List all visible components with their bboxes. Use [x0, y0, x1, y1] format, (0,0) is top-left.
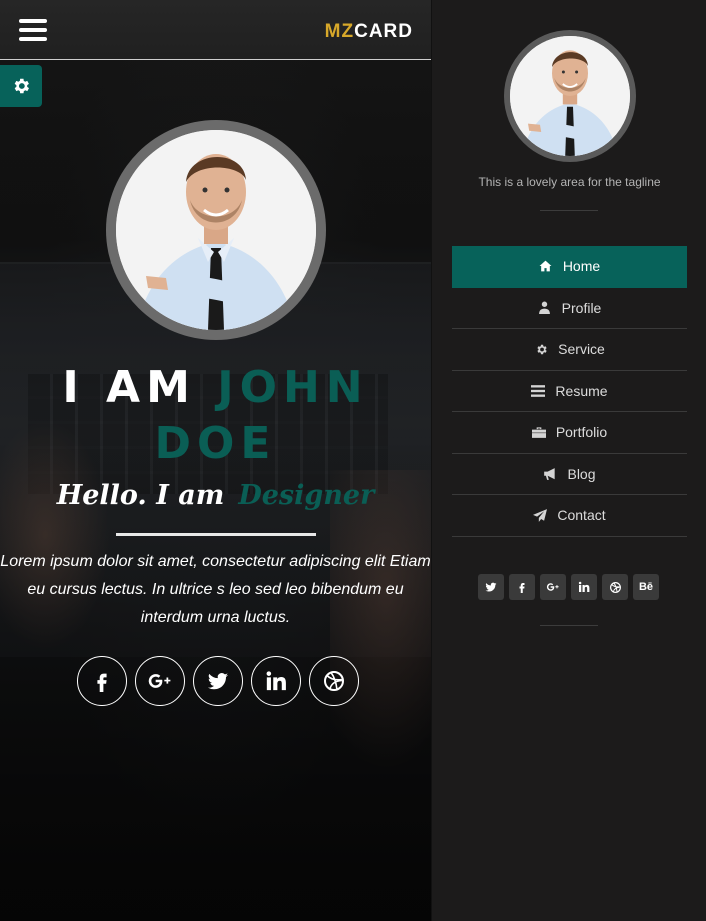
nav-item-home[interactable]: Home: [452, 246, 687, 288]
divider: [540, 625, 598, 626]
twitter-icon: [207, 673, 229, 690]
sidebar-avatar: [504, 30, 636, 162]
facebook-link[interactable]: [77, 656, 127, 706]
dribbble-icon: [324, 671, 344, 691]
twitter-link[interactable]: [478, 574, 504, 600]
divider: [116, 533, 316, 536]
nav-item-resume[interactable]: Resume: [452, 371, 687, 412]
hero-social-links: [77, 656, 359, 706]
hero-title: I AM JOHN DOE: [62, 362, 369, 469]
linkedin-link[interactable]: [251, 656, 301, 706]
linkedin-link[interactable]: [571, 574, 597, 600]
portrait-image: [510, 36, 630, 156]
nav-item-portfolio[interactable]: Portfolio: [452, 412, 687, 454]
top-bar: MZCARD: [0, 0, 431, 60]
nav-item-contact[interactable]: Contact: [452, 495, 687, 537]
hero-description: Lorem ipsum dolor sit amet, consectetur …: [0, 553, 431, 626]
gear-icon: [534, 342, 548, 356]
behance-icon: Bē: [638, 581, 654, 593]
twitter-link[interactable]: [193, 656, 243, 706]
paper-plane-icon: [533, 508, 548, 522]
nav-item-blog[interactable]: Blog: [452, 454, 687, 495]
dribbble-link[interactable]: [309, 656, 359, 706]
linkedin-icon: [578, 581, 590, 592]
sidebar-nav: Home Profile Service Resume Portfolio Bl…: [452, 246, 687, 537]
list-icon: [531, 384, 546, 398]
nav-item-service[interactable]: Service: [452, 329, 687, 371]
linkedin-icon: [266, 671, 286, 691]
divider: [540, 210, 598, 211]
twitter-icon: [485, 582, 497, 592]
sidebar: This is a lovely area for the tagline Ho…: [431, 0, 706, 921]
facebook-icon: [519, 583, 525, 593]
google-plus-icon: [546, 583, 559, 591]
nav-item-profile[interactable]: Profile: [452, 288, 687, 329]
dribbble-icon: [609, 581, 621, 593]
behance-link[interactable]: Bē: [633, 574, 659, 600]
user-icon: [538, 301, 552, 315]
home-icon: [539, 259, 553, 273]
briefcase-icon: [531, 425, 546, 439]
site-logo[interactable]: MZCARD: [325, 21, 413, 43]
hero-subtitle: Hello. I am Designer: [56, 480, 375, 511]
bullhorn-icon: [543, 467, 557, 481]
google-plus-link[interactable]: [135, 656, 185, 706]
hero-section: MZCARD I AM JOHN DOE Hello. I am Designe…: [0, 0, 431, 921]
settings-gear-button[interactable]: [0, 65, 42, 107]
hamburger-menu-icon[interactable]: [19, 19, 47, 43]
facebook-link[interactable]: [509, 574, 535, 600]
facebook-icon: [97, 673, 107, 692]
google-plus-icon: [148, 674, 171, 688]
tagline: This is a lovely area for the tagline: [478, 175, 661, 189]
dribbble-link[interactable]: [602, 574, 628, 600]
profile-avatar: [106, 120, 326, 340]
google-plus-link[interactable]: [540, 574, 566, 600]
gear-icon: [14, 78, 29, 94]
portrait-image: [116, 130, 316, 330]
sidebar-social-links: Bē: [478, 574, 659, 600]
